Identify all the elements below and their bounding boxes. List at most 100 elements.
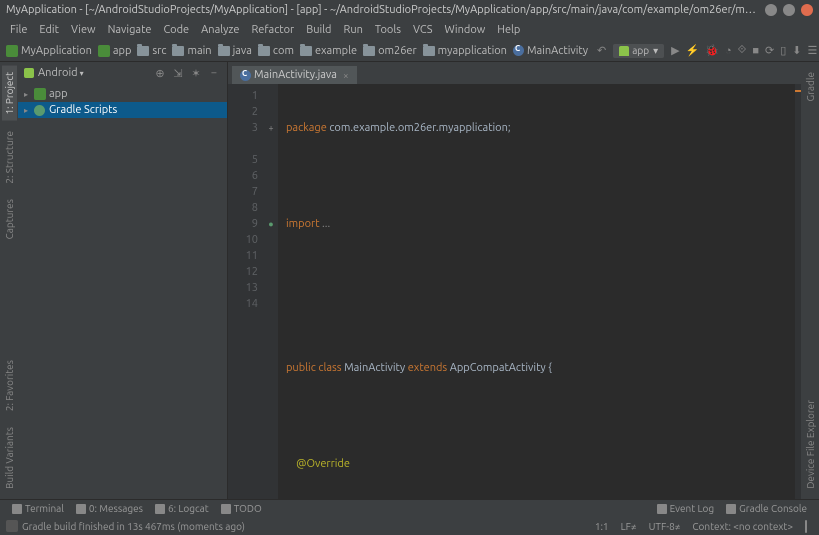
breadcrumb: om26er	[363, 45, 417, 57]
right-tool-strip: Gradle Device File Explorer	[801, 62, 819, 499]
gear-icon[interactable]: ✶	[189, 66, 203, 80]
hide-icon[interactable]: −	[207, 66, 221, 80]
tab-favorites[interactable]: 2: Favorites	[2, 354, 17, 417]
android-icon	[24, 68, 34, 78]
status-message: Gradle build finished in 13s 467ms (mome…	[22, 521, 245, 532]
sidebar-header: Android ▾ ⊕ ⇲ ✶ −	[18, 62, 227, 84]
menu-help[interactable]: Help	[491, 22, 526, 38]
window-title: MyApplication - [~/AndroidStudioProjects…	[6, 4, 759, 16]
close-icon[interactable]	[801, 4, 813, 16]
window-titlebar: MyApplication - [~/AndroidStudioProjects…	[0, 0, 819, 20]
apply-changes-icon[interactable]: ⚡	[686, 43, 700, 59]
tab-todo[interactable]: TODO	[215, 503, 268, 514]
menu-file[interactable]: File	[4, 22, 33, 38]
class-icon	[240, 70, 251, 81]
folder-icon	[218, 46, 230, 56]
menubar: File Edit View Navigate Code Analyze Ref…	[0, 20, 819, 40]
menu-window[interactable]: Window	[439, 22, 492, 38]
line-separator[interactable]: LF≠	[615, 521, 643, 532]
menu-view[interactable]: View	[65, 22, 102, 38]
file-tab-mainactivity[interactable]: MainActivity.java ×	[232, 66, 357, 84]
menu-refactor[interactable]: Refactor	[245, 22, 300, 38]
sync-icon[interactable]: ⟳	[765, 43, 774, 59]
menu-run[interactable]: Run	[337, 22, 368, 38]
breadcrumb: src	[137, 45, 166, 57]
breadcrumb: app	[98, 45, 132, 57]
sdk-icon[interactable]: ⬇	[792, 43, 801, 59]
menu-analyze[interactable]: Analyze	[195, 22, 245, 38]
tab-gradle[interactable]: Gradle	[803, 66, 818, 108]
back-icon[interactable]: ↶	[597, 43, 606, 59]
project-sidebar: Android ▾ ⊕ ⇲ ✶ − ▸ app ▸ Gradle Scripts	[18, 62, 228, 499]
breadcrumb: main	[172, 45, 211, 57]
project-icon	[6, 45, 18, 57]
tab-device-file-explorer[interactable]: Device File Explorer	[803, 394, 818, 495]
tab-build-variants[interactable]: Build Variants	[2, 421, 17, 495]
project-tree: ▸ app ▸ Gradle Scripts	[18, 84, 227, 499]
menu-tools[interactable]: Tools	[369, 22, 407, 38]
folder-icon	[423, 46, 435, 56]
minimize-icon[interactable]	[765, 4, 777, 16]
android-icon	[619, 46, 629, 56]
tab-structure[interactable]: 2: Structure	[2, 125, 17, 190]
breadcrumb: java	[218, 45, 252, 57]
tab-captures[interactable]: Captures	[2, 193, 17, 245]
override-gutter-icon[interactable]: ●	[264, 216, 278, 232]
lock-icon[interactable]	[799, 521, 813, 532]
tab-event-log[interactable]: Event Log	[651, 503, 721, 514]
code-content[interactable]: package com.example.om26er.myapplication…	[278, 84, 801, 499]
debug-button[interactable]: 🐞	[705, 43, 719, 59]
stop-icon[interactable]: ■	[752, 43, 759, 59]
tree-item-gradle-scripts[interactable]: ▸ Gradle Scripts	[18, 102, 227, 118]
avd-icon[interactable]: ▯	[780, 43, 786, 59]
editor-tabs: MainActivity.java ×	[228, 62, 801, 84]
caret-position[interactable]: 1:1	[589, 521, 615, 532]
maximize-icon[interactable]	[783, 4, 795, 16]
error-stripe[interactable]	[795, 84, 801, 499]
structure-icon[interactable]: ☰	[808, 43, 818, 59]
menu-navigate[interactable]: Navigate	[102, 22, 158, 38]
line-number-gutter: 1 2 3 5 6 7 8 9 10 11 12 13 14	[228, 84, 264, 499]
run-config-selector[interactable]: app▾	[613, 44, 664, 58]
status-icon[interactable]	[6, 520, 18, 532]
chevron-right-icon: ▸	[24, 90, 34, 99]
run-button[interactable]: ▶	[671, 43, 679, 59]
warning-marker-icon[interactable]	[795, 90, 801, 92]
fold-icon[interactable]: +	[264, 120, 278, 136]
file-encoding[interactable]: UTF-8≠	[643, 521, 687, 532]
tab-messages[interactable]: 0: Messages	[70, 503, 149, 514]
target-icon[interactable]: ⊕	[153, 66, 167, 80]
tab-project[interactable]: 1: Project	[2, 66, 17, 121]
tab-logcat[interactable]: 6: Logcat	[149, 503, 215, 514]
context-indicator[interactable]: Context: <no context>	[686, 521, 799, 532]
tree-item-app[interactable]: ▸ app	[18, 86, 227, 102]
fold-gutter: + ●	[264, 84, 278, 499]
module-icon	[98, 45, 110, 57]
gradle-icon	[34, 105, 45, 116]
close-tab-icon[interactable]: ×	[343, 70, 349, 81]
collapse-icon[interactable]: ⇲	[171, 66, 185, 80]
menu-build[interactable]: Build	[300, 22, 337, 38]
sidebar-view-selector[interactable]: Android	[38, 67, 78, 79]
folder-icon	[258, 46, 270, 56]
terminal-icon	[12, 504, 22, 514]
code-editor[interactable]: 1 2 3 5 6 7 8 9 10 11 12 13 14 + ●	[228, 84, 801, 499]
module-icon	[34, 88, 46, 100]
menu-code[interactable]: Code	[157, 22, 195, 38]
attach-debugger-icon[interactable]: ⟐	[738, 43, 747, 59]
tree-label: Gradle Scripts	[49, 104, 117, 116]
menu-edit[interactable]: Edit	[33, 22, 65, 38]
logcat-icon	[155, 504, 165, 514]
tab-label: MainActivity.java	[254, 69, 337, 81]
profile-icon[interactable]: ◔	[725, 43, 732, 59]
event-log-icon	[657, 504, 667, 514]
tab-gradle-console[interactable]: Gradle Console	[720, 503, 813, 514]
tab-terminal[interactable]: Terminal	[6, 503, 70, 514]
chevron-right-icon: ▸	[24, 106, 34, 115]
menu-vcs[interactable]: VCS	[407, 22, 439, 38]
tree-label: app	[49, 88, 68, 100]
editor-area: MainActivity.java × 1 2 3 5 6 7 8 9 10 1…	[228, 62, 801, 499]
bottom-tool-bar: Terminal 0: Messages 6: Logcat TODO Even…	[0, 499, 819, 517]
messages-icon	[76, 504, 86, 514]
breadcrumb: myapplication	[423, 45, 507, 57]
